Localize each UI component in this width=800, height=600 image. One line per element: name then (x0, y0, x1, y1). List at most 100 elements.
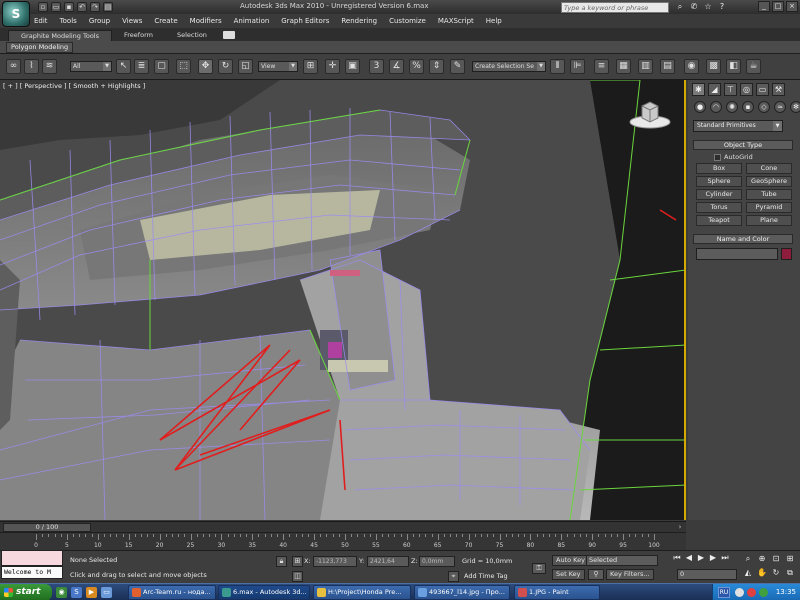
taskbar-button-image-viewer[interactable]: 493667_l14.jpg - Про... (414, 585, 510, 600)
named-selection-select[interactable]: Create Selection Se ▼ (472, 61, 546, 72)
primitive-category-select[interactable]: Standard Primitives ▼ (693, 120, 783, 132)
percent-snap-icon[interactable]: % (409, 59, 424, 74)
project-folder-icon[interactable]: ▤ (103, 2, 113, 12)
binoculars-icon[interactable]: ⌕ (675, 2, 685, 12)
sphere-button[interactable]: Sphere (696, 176, 742, 187)
open-file-icon[interactable]: ▭ (51, 2, 61, 12)
media-player-icon[interactable]: ▶ (86, 587, 97, 598)
tab-graphite-modeling-tools[interactable]: Graphite Modeling Tools (8, 30, 113, 41)
viewcube-icon[interactable] (628, 100, 672, 130)
helpers-icon[interactable]: ◇ (758, 101, 770, 113)
time-slider[interactable]: ‹ 0 / 100 › (0, 521, 686, 532)
cameras-icon[interactable]: ▪ (742, 101, 754, 113)
minimize-icon[interactable]: _ (758, 1, 770, 12)
tray-antivirus-icon[interactable] (747, 588, 756, 597)
layer-manager-icon[interactable]: ≡ (594, 59, 609, 74)
spinner-snap-icon[interactable]: ⇕ (429, 59, 444, 74)
material-editor-icon[interactable]: ◉ (684, 59, 699, 74)
new-file-icon[interactable]: ▫ (38, 2, 48, 12)
maximize-icon[interactable]: □ (772, 1, 784, 12)
menu-edit[interactable]: Edit (34, 17, 48, 25)
z-coordinate-input[interactable]: 0,0mm (419, 556, 455, 567)
menu-graph-editors[interactable]: Graph Editors (281, 17, 329, 25)
name-and-color-rollout[interactable]: Name and Color (693, 234, 793, 244)
previous-frame-icon[interactable]: ◀ (684, 553, 694, 563)
geosphere-button[interactable]: GeoSphere (746, 176, 792, 187)
menu-views[interactable]: Views (122, 17, 142, 25)
systems-icon[interactable]: ✻ (790, 101, 800, 113)
tab-freeform[interactable]: Freeform (112, 30, 165, 41)
motion-tab-icon[interactable]: ◎ (740, 83, 753, 96)
isolate-selection-icon[interactable]: ◫ (292, 571, 303, 582)
time-tag-icon[interactable]: ⌖ (448, 571, 459, 582)
object-color-swatch[interactable] (781, 248, 792, 260)
chevron-right-icon[interactable]: › (676, 523, 684, 532)
cylinder-button[interactable]: Cylinder (696, 189, 742, 200)
autogrid-checkbox[interactable]: AutoGrid (714, 153, 753, 161)
maxscript-listener-input[interactable] (1, 550, 63, 566)
close-icon[interactable]: × (786, 1, 798, 12)
start-button[interactable]: start (0, 584, 52, 600)
keyboard-shortcut-icon[interactable]: ▣ (345, 59, 360, 74)
field-of-view-icon[interactable]: ◭ (742, 567, 754, 578)
current-frame-input[interactable]: 0 (677, 569, 737, 580)
set-keys-icon[interactable]: ⚲ (588, 569, 604, 580)
show-desktop-icon[interactable]: ▭ (101, 587, 112, 598)
taskbar-button-folder[interactable]: H:\Project\Honda Pre... (313, 585, 411, 600)
geometry-icon[interactable]: ● (694, 101, 706, 113)
mirror-icon[interactable]: ⫴ (550, 59, 565, 74)
render-production-icon[interactable]: ☕ (746, 59, 761, 74)
torus-button[interactable]: Torus (696, 202, 742, 213)
zoom-extents-all-icon[interactable]: ⊞ (784, 553, 796, 564)
app-logo-button[interactable]: S (2, 1, 30, 27)
object-name-input[interactable] (696, 248, 778, 260)
x-coordinate-input[interactable]: -1123,773 (313, 556, 357, 567)
selection-filter-select[interactable]: All ▼ (70, 61, 112, 72)
select-and-rotate-icon[interactable]: ↻ (218, 59, 233, 74)
menu-group[interactable]: Group (89, 17, 110, 25)
teapot-button[interactable]: Teapot (696, 215, 742, 226)
cone-button[interactable]: Cone (746, 163, 792, 174)
plane-button[interactable]: Plane (746, 215, 792, 226)
skype-icon[interactable]: S (71, 587, 82, 598)
box-button[interactable]: Box (696, 163, 742, 174)
object-type-rollout[interactable]: Object Type (693, 140, 793, 150)
next-frame-icon[interactable]: ▶ (708, 553, 718, 563)
menu-customize[interactable]: Customize (389, 17, 426, 25)
add-time-tag[interactable]: Add Time Tag (464, 572, 508, 580)
help-icon[interactable]: ? (717, 2, 727, 12)
pan-icon[interactable]: ✋ (756, 567, 768, 578)
taskbar-button-arc-team[interactable]: Arc-Team.ru - нода... (128, 585, 216, 600)
track-bar[interactable]: 0 5 10 15 20 25 30 35 40 45 50 55 60 65 70 75 80 85 90 95 10… (0, 532, 686, 550)
orbit-icon[interactable]: ↻ (770, 567, 782, 578)
zoom-extents-icon[interactable]: ⊡ (770, 553, 782, 564)
render-setup-icon[interactable]: ▩ (706, 59, 721, 74)
browser-icon[interactable]: ◉ (56, 587, 67, 598)
menu-modifiers[interactable]: Modifiers (190, 17, 222, 25)
select-and-scale-icon[interactable]: ◱ (238, 59, 253, 74)
perspective-viewport[interactable]: [ + ] [ Perspective ] [ Smooth + Highlig… (0, 80, 686, 520)
go-to-end-icon[interactable]: ⏭ (720, 553, 730, 563)
ribbon-minimize-toggle[interactable] (222, 31, 235, 39)
communication-center-icon[interactable]: ✆ (689, 2, 699, 12)
hierarchy-tab-icon[interactable]: ⊤ (724, 83, 737, 96)
utilities-tab-icon[interactable]: ⚒ (772, 83, 785, 96)
undo-icon[interactable]: ↶ (77, 2, 87, 12)
curve-editor-icon[interactable]: ▥ (638, 59, 653, 74)
space-warps-icon[interactable]: ≈ (774, 101, 786, 113)
viewport-label[interactable]: [ + ] [ Perspective ] [ Smooth + Highlig… (3, 82, 145, 90)
modify-tab-icon[interactable]: ◢ (708, 83, 721, 96)
polygon-modeling-panel[interactable]: Polygon Modeling (6, 42, 74, 53)
menu-create[interactable]: Create (154, 17, 177, 25)
link-icon[interactable]: ∞ (6, 59, 21, 74)
zoom-icon[interactable]: ⌕ (742, 553, 754, 564)
schematic-view-icon[interactable]: ▤ (660, 59, 675, 74)
menu-help[interactable]: Help (486, 17, 502, 25)
rectangular-selection-icon[interactable]: ▢ (154, 59, 169, 74)
set-key-button[interactable]: Set Key (552, 569, 585, 580)
tab-selection[interactable]: Selection (165, 30, 219, 41)
snaps-toggle-icon[interactable]: 3 (369, 59, 384, 74)
rendered-frame-window-icon[interactable]: ◧ (726, 59, 741, 74)
unlink-icon[interactable]: ⌇ (24, 59, 39, 74)
time-slider-thumb[interactable]: 0 / 100 (3, 523, 91, 532)
